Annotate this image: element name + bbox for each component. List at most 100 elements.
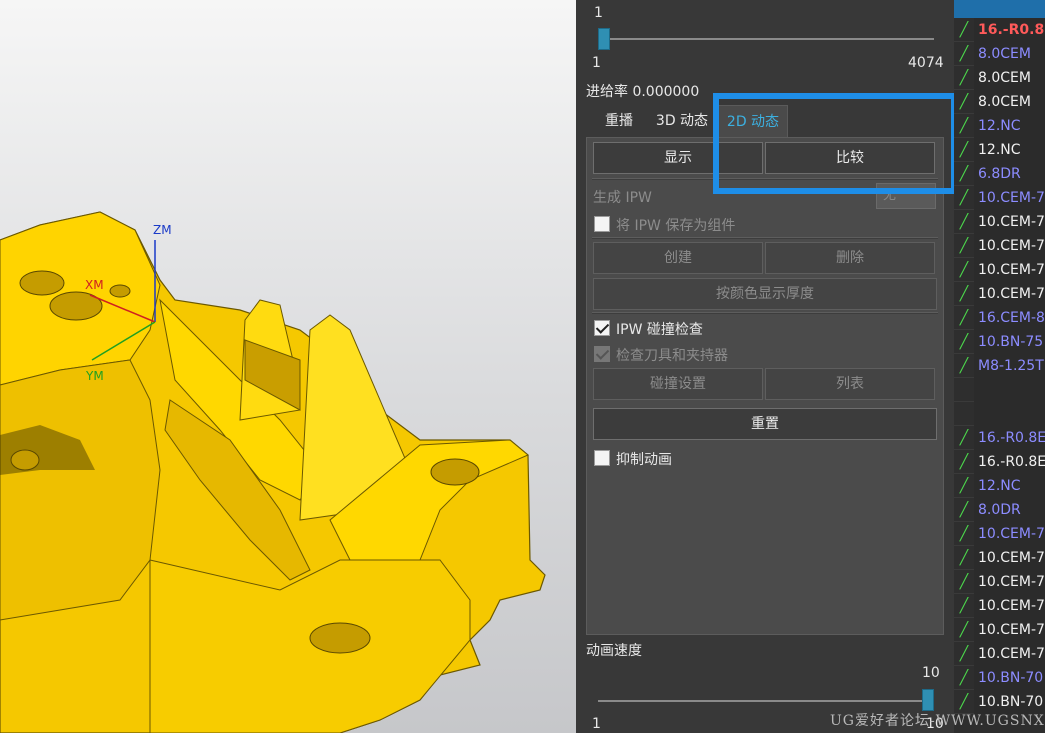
operation-row[interactable]: ╱ 10.BN-70 bbox=[954, 666, 1045, 690]
check-icon: ╱ bbox=[959, 142, 969, 158]
operation-row[interactable]: ╱ 16.CEM-8 bbox=[954, 306, 1045, 330]
operation-name: 16.CEM-8 bbox=[974, 306, 1045, 330]
operation-list-header bbox=[954, 0, 1045, 18]
operation-name: M8-1.25T bbox=[974, 354, 1045, 378]
operation-row[interactable]: ╱ 10.CEM-7 bbox=[954, 594, 1045, 618]
operation-name: 10.CEM-7 bbox=[974, 258, 1045, 282]
operation-row[interactable] bbox=[954, 402, 1045, 426]
xm-axis-label: XM bbox=[85, 278, 104, 292]
step-slider-thumb[interactable] bbox=[598, 28, 610, 50]
check-icon: ╱ bbox=[959, 430, 969, 446]
tab-3d-dynamic[interactable]: 3D 动态 bbox=[648, 105, 716, 138]
check-icon: ╱ bbox=[959, 574, 969, 590]
operation-name: 10.CEM-7 bbox=[974, 522, 1045, 546]
check-icon bbox=[954, 378, 974, 402]
check-icon: ╱ bbox=[959, 526, 969, 542]
check-icon: ╱ bbox=[959, 502, 969, 518]
operation-row[interactable]: ╱ 16.-R0.8E bbox=[954, 18, 1045, 42]
operation-row[interactable]: ╱ 8.0CEM bbox=[954, 42, 1045, 66]
operation-row[interactable]: ╱ 10.CEM-7 bbox=[954, 522, 1045, 546]
operation-row[interactable]: ╱ 10.CEM-7 bbox=[954, 546, 1045, 570]
operation-row[interactable]: ╱ 10.CEM-7 bbox=[954, 234, 1045, 258]
operation-name bbox=[974, 402, 1045, 426]
check-icon: ╱ bbox=[959, 214, 969, 230]
operation-name: 10.CEM-7 bbox=[974, 618, 1045, 642]
operation-navigator: ╱ 16.-R0.8E ╱ 8.0CEM ╱ 8.0CEM ╱ 8.0CEM ╱ 12.NC ╱ 12… bbox=[954, 0, 1045, 733]
ipw-collision-label: IPW 碰撞检查 bbox=[616, 322, 703, 338]
check-tool-holder-label: 检查刀具和夹持器 bbox=[616, 348, 728, 364]
save-ipw-label: 将 IPW 保存为组件 bbox=[616, 218, 736, 234]
feed-rate-label: 进给率 0.000000 bbox=[586, 84, 700, 100]
check-icon: ╱ bbox=[959, 550, 969, 566]
reset-button[interactable]: 重置 bbox=[593, 408, 937, 440]
operation-row[interactable]: ╱ 10.CEM-7 bbox=[954, 642, 1045, 666]
check-tool-holder-checkbox[interactable] bbox=[594, 346, 610, 362]
create-button[interactable]: 创建 bbox=[593, 242, 763, 274]
ipw-collision-checkbox[interactable] bbox=[594, 320, 610, 336]
check-icon: ╱ bbox=[959, 286, 969, 302]
suppress-animation-checkbox[interactable] bbox=[594, 450, 610, 466]
tab-replay[interactable]: 重播 bbox=[592, 105, 646, 138]
operation-name: 10.CEM-7 bbox=[974, 642, 1045, 666]
watermark: UG爱好者论坛-WWW.UGSNX.COM bbox=[830, 713, 1045, 729]
zm-axis-label: ZM bbox=[153, 223, 172, 237]
operation-name: 10.CEM-7 bbox=[974, 570, 1045, 594]
operation-name: 16.-R0.8E bbox=[974, 450, 1045, 474]
suppress-animation-label: 抑制动画 bbox=[616, 452, 672, 468]
operation-row[interactable]: ╱ 12.NC bbox=[954, 114, 1045, 138]
animation-speed-value: 10 bbox=[922, 665, 940, 681]
check-icon: ╱ bbox=[959, 358, 969, 374]
operation-row[interactable]: ╱ 10.BN-75 bbox=[954, 330, 1045, 354]
operation-name: 8.0DR bbox=[974, 498, 1045, 522]
operation-row[interactable]: ╱ 12.NC bbox=[954, 474, 1045, 498]
part-model: ZM XM YM bbox=[0, 211, 546, 733]
operation-name: 10.CEM-7 bbox=[974, 210, 1045, 234]
check-icon: ╱ bbox=[959, 190, 969, 206]
check-icon: ╱ bbox=[959, 70, 969, 86]
operation-row[interactable]: ╱ 16.-R0.8E bbox=[954, 450, 1045, 474]
check-icon: ╱ bbox=[959, 22, 969, 38]
operation-name: 12.NC bbox=[974, 138, 1045, 162]
check-icon: ╱ bbox=[959, 118, 969, 134]
collision-settings-button[interactable]: 碰撞设置 bbox=[593, 368, 763, 400]
operation-name: 10.BN-75 bbox=[974, 330, 1045, 354]
animation-speed-track[interactable] bbox=[598, 700, 934, 702]
operation-row[interactable]: ╱ 8.0DR bbox=[954, 498, 1045, 522]
operation-name bbox=[974, 378, 1045, 402]
save-ipw-checkbox[interactable] bbox=[594, 216, 610, 232]
operation-name: 10.CEM-7 bbox=[974, 186, 1045, 210]
operation-row[interactable]: ╱ 16.-R0.8E bbox=[954, 426, 1045, 450]
operation-row[interactable] bbox=[954, 378, 1045, 402]
step-slider-track[interactable] bbox=[598, 38, 934, 40]
ym-axis-label: YM bbox=[85, 369, 104, 383]
operation-row[interactable]: ╱ 10.CEM-7 bbox=[954, 570, 1045, 594]
operation-name: 8.0CEM bbox=[974, 42, 1045, 66]
graphics-viewport[interactable]: ZM XM YM bbox=[0, 0, 576, 733]
operation-row[interactable]: ╱ 10.CEM-7 bbox=[954, 618, 1045, 642]
check-icon bbox=[954, 402, 974, 426]
step-slider-value: 1 bbox=[594, 5, 603, 21]
check-icon: ╱ bbox=[959, 478, 969, 494]
check-icon: ╱ bbox=[959, 598, 969, 614]
operation-row[interactable]: ╱ 10.CEM-7 bbox=[954, 282, 1045, 306]
operation-row[interactable]: ╱ 8.0CEM bbox=[954, 90, 1045, 114]
operation-row[interactable]: ╱ 6.8DR bbox=[954, 162, 1045, 186]
check-icon: ╱ bbox=[959, 670, 969, 686]
operation-row[interactable]: ╱ 10.CEM-7 bbox=[954, 210, 1045, 234]
animation-speed-thumb[interactable] bbox=[922, 689, 934, 711]
operation-row[interactable]: ╱ 8.0CEM bbox=[954, 66, 1045, 90]
highlight-frame bbox=[713, 93, 957, 194]
thickness-by-color-button[interactable]: 按颜色显示厚度 bbox=[593, 278, 937, 310]
animation-speed-label: 动画速度 bbox=[586, 643, 642, 659]
list-button[interactable]: 列表 bbox=[765, 368, 935, 400]
step-slider-min: 1 bbox=[592, 55, 601, 71]
check-icon: ╱ bbox=[959, 94, 969, 110]
operation-name: 10.CEM-7 bbox=[974, 282, 1045, 306]
operation-row[interactable]: ╱ 10.CEM-7 bbox=[954, 258, 1045, 282]
operation-row[interactable]: ╱ 12.NC bbox=[954, 138, 1045, 162]
operation-row[interactable]: ╱ M8-1.25T bbox=[954, 354, 1045, 378]
delete-button[interactable]: 删除 bbox=[765, 242, 935, 274]
operation-name: 8.0CEM bbox=[974, 90, 1045, 114]
operation-name: 16.-R0.8E bbox=[974, 426, 1045, 450]
operation-row[interactable]: ╱ 10.CEM-7 bbox=[954, 186, 1045, 210]
